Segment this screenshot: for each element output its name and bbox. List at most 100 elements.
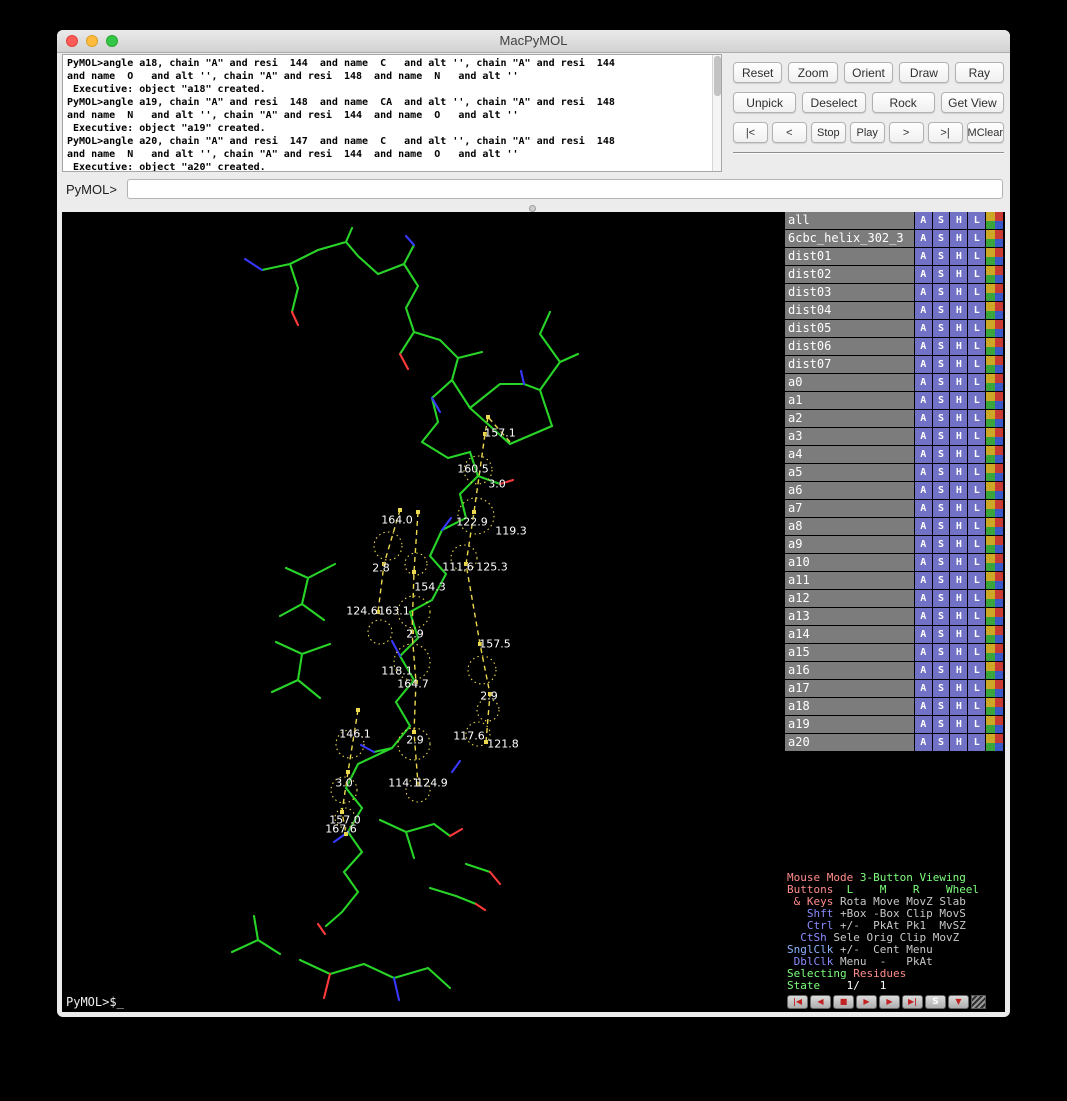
- object-h-button[interactable]: H: [950, 590, 967, 607]
- object-h-button[interactable]: H: [950, 374, 967, 391]
- object-a-button[interactable]: A: [915, 320, 932, 337]
- object-color-button[interactable]: [986, 500, 1003, 517]
- maximize-button[interactable]: [106, 35, 118, 47]
- object-a-button[interactable]: A: [915, 356, 932, 373]
- object-h-button[interactable]: H: [950, 698, 967, 715]
- panel-menu-button[interactable]: ▼: [948, 995, 969, 1009]
- object-color-button[interactable]: [986, 572, 1003, 589]
- object-a-button[interactable]: A: [915, 590, 932, 607]
- object-name[interactable]: a6: [785, 482, 914, 499]
- scene-button[interactable]: S: [925, 995, 946, 1009]
- object-s-button[interactable]: S: [933, 464, 950, 481]
- object-s-button[interactable]: S: [933, 374, 950, 391]
- stop-button[interactable]: Stop: [811, 122, 846, 143]
- zoom-button[interactable]: Zoom: [788, 62, 837, 83]
- object-a-button[interactable]: A: [915, 500, 932, 517]
- object-color-button[interactable]: [986, 248, 1003, 265]
- deselect-button[interactable]: Deselect: [802, 92, 865, 113]
- object-l-button[interactable]: L: [968, 644, 985, 661]
- object-a-button[interactable]: A: [915, 554, 932, 571]
- forward-button[interactable]: >: [889, 122, 924, 143]
- object-s-button[interactable]: S: [933, 392, 950, 409]
- object-a-button[interactable]: A: [915, 680, 932, 697]
- object-h-button[interactable]: H: [950, 446, 967, 463]
- object-l-button[interactable]: L: [968, 518, 985, 535]
- object-a-button[interactable]: A: [915, 302, 932, 319]
- object-s-button[interactable]: S: [933, 590, 950, 607]
- object-h-button[interactable]: H: [950, 500, 967, 517]
- object-color-button[interactable]: [986, 518, 1003, 535]
- object-color-button[interactable]: [986, 644, 1003, 661]
- object-l-button[interactable]: L: [968, 698, 985, 715]
- frame-back-button[interactable]: ◀: [810, 995, 831, 1009]
- object-color-button[interactable]: [986, 662, 1003, 679]
- play-button[interactable]: Play: [850, 122, 885, 143]
- object-name[interactable]: a12: [785, 590, 914, 607]
- object-a-button[interactable]: A: [915, 266, 932, 283]
- rock-button[interactable]: Rock: [872, 92, 935, 113]
- object-name[interactable]: a17: [785, 680, 914, 697]
- object-name[interactable]: dist01: [785, 248, 914, 265]
- object-l-button[interactable]: L: [968, 500, 985, 517]
- object-s-button[interactable]: S: [933, 266, 950, 283]
- object-h-button[interactable]: H: [950, 662, 967, 679]
- object-name[interactable]: a5: [785, 464, 914, 481]
- object-color-button[interactable]: [986, 338, 1003, 355]
- object-s-button[interactable]: S: [933, 608, 950, 625]
- command-input[interactable]: [127, 179, 1003, 199]
- back-button[interactable]: <: [772, 122, 807, 143]
- draw-button[interactable]: Draw: [899, 62, 948, 83]
- object-h-button[interactable]: H: [950, 302, 967, 319]
- object-h-button[interactable]: H: [950, 266, 967, 283]
- object-name[interactable]: a9: [785, 536, 914, 553]
- object-l-button[interactable]: L: [968, 608, 985, 625]
- frame-rewind-button[interactable]: |◀: [787, 995, 808, 1009]
- object-s-button[interactable]: S: [933, 698, 950, 715]
- mclear-button[interactable]: MClear: [967, 122, 1004, 143]
- go-to-end-button[interactable]: >|: [928, 122, 963, 143]
- object-color-button[interactable]: [986, 464, 1003, 481]
- object-name[interactable]: dist03: [785, 284, 914, 301]
- object-color-button[interactable]: [986, 212, 1003, 229]
- object-name[interactable]: a0: [785, 374, 914, 391]
- object-h-button[interactable]: H: [950, 320, 967, 337]
- object-name[interactable]: 6cbc_helix_302_3: [785, 230, 914, 247]
- object-a-button[interactable]: A: [915, 518, 932, 535]
- object-s-button[interactable]: S: [933, 572, 950, 589]
- object-name[interactable]: a13: [785, 608, 914, 625]
- object-name[interactable]: a2: [785, 410, 914, 427]
- object-h-button[interactable]: H: [950, 734, 967, 751]
- object-color-button[interactable]: [986, 356, 1003, 373]
- object-a-button[interactable]: A: [915, 338, 932, 355]
- object-color-button[interactable]: [986, 680, 1003, 697]
- unpick-button[interactable]: Unpick: [733, 92, 796, 113]
- object-name[interactable]: a15: [785, 644, 914, 661]
- object-name[interactable]: dist05: [785, 320, 914, 337]
- object-s-button[interactable]: S: [933, 554, 950, 571]
- object-h-button[interactable]: H: [950, 518, 967, 535]
- object-a-button[interactable]: A: [915, 662, 932, 679]
- object-s-button[interactable]: S: [933, 356, 950, 373]
- object-l-button[interactable]: L: [968, 374, 985, 391]
- object-l-button[interactable]: L: [968, 284, 985, 301]
- log-scrollbar[interactable]: [712, 55, 721, 171]
- object-s-button[interactable]: S: [933, 680, 950, 697]
- object-l-button[interactable]: L: [968, 392, 985, 409]
- object-name[interactable]: a8: [785, 518, 914, 535]
- object-l-button[interactable]: L: [968, 230, 985, 247]
- object-name[interactable]: all: [785, 212, 914, 229]
- object-color-button[interactable]: [986, 302, 1003, 319]
- orient-button[interactable]: Orient: [844, 62, 893, 83]
- object-l-button[interactable]: L: [968, 212, 985, 229]
- object-name[interactable]: a20: [785, 734, 914, 751]
- titlebar[interactable]: MacPyMOL: [57, 30, 1010, 53]
- object-s-button[interactable]: S: [933, 248, 950, 265]
- object-a-button[interactable]: A: [915, 212, 932, 229]
- object-color-button[interactable]: [986, 482, 1003, 499]
- frame-forward-button[interactable]: ▶: [879, 995, 900, 1009]
- object-l-button[interactable]: L: [968, 320, 985, 337]
- object-h-button[interactable]: H: [950, 716, 967, 733]
- object-h-button[interactable]: H: [950, 428, 967, 445]
- object-s-button[interactable]: S: [933, 338, 950, 355]
- object-color-button[interactable]: [986, 284, 1003, 301]
